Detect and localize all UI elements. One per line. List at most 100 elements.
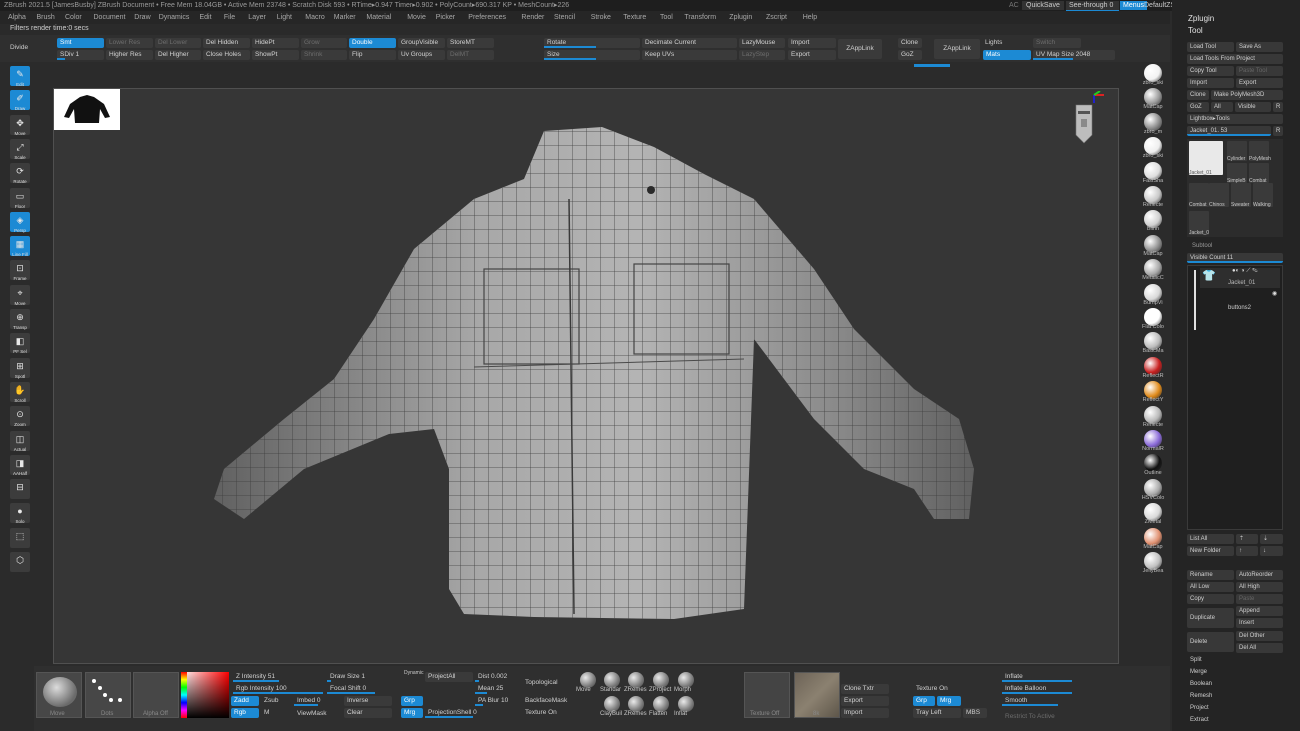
tool-goz-button[interactable]: GoZ [1187, 102, 1209, 112]
imbed-slider[interactable]: Imbed 0 [294, 696, 342, 706]
load-tool-button[interactable]: Load Tool [1187, 42, 1234, 52]
double-toggle[interactable]: Double [349, 38, 396, 48]
shelf-scale-button[interactable]: ⤢ Scale [10, 138, 30, 160]
menu-dynamics[interactable]: Dynamics [159, 11, 190, 24]
import-button[interactable]: Import [788, 38, 836, 48]
z-intensity-slider[interactable]: Z Intensity 51 [233, 672, 323, 682]
brush-sphere-icon[interactable] [653, 672, 669, 688]
uv-groups-button[interactable]: Uv Groups [398, 50, 445, 60]
subtool-item-jacket[interactable]: 👕 Jacket_01 ●◐ ◑ ⟋ ✎ [1200, 268, 1280, 288]
all-high-button[interactable]: All High [1236, 582, 1283, 592]
shelf-spotl-button[interactable]: ⊞ Spotl [10, 357, 30, 379]
subtool-visibility-icons[interactable]: ●◐ ◑ ⟋ ✎ [1232, 268, 1258, 275]
menu-zscript[interactable]: Zscript [766, 11, 787, 24]
divide-button[interactable]: Divide [10, 44, 28, 51]
smooth-slider[interactable]: Smooth [1002, 696, 1098, 706]
lightbox-tools-button[interactable]: Lightbox▸Tools [1187, 114, 1283, 124]
hue-strip[interactable] [181, 672, 187, 718]
eye-icon[interactable]: ◉ [1272, 290, 1277, 297]
save-as-button[interactable]: Save As [1236, 42, 1283, 52]
del-lower-button[interactable]: Del Lower [155, 38, 201, 48]
topological-toggle[interactable]: Topological [525, 679, 558, 686]
lower-res-button[interactable]: Lower Res [106, 38, 153, 48]
zsub-toggle[interactable]: Zsub [261, 696, 289, 706]
shelf-tool-button[interactable]: ⬡ [10, 552, 30, 572]
pa-blur-slider[interactable]: PA Blur 10 [475, 696, 523, 706]
menu-marker[interactable]: Marker [334, 11, 356, 24]
document-canvas[interactable] [53, 88, 1119, 664]
menu-document[interactable]: Document [94, 11, 126, 24]
higher-res-button[interactable]: Higher Res [106, 50, 153, 60]
see-through-slider[interactable]: See-through 0 [1066, 1, 1119, 11]
shelf-tool-button[interactable]: ⊟ [10, 479, 30, 500]
close-holes-button[interactable]: Close Holes [203, 50, 250, 60]
brush-sphere-icon[interactable] [604, 672, 620, 688]
menu-macro[interactable]: Macro [305, 11, 324, 24]
zapplink-button[interactable]: ZAppLink [838, 39, 882, 59]
shelf-zoom-button[interactable]: ⊙ Zoom [10, 406, 30, 427]
menu-transform[interactable]: Transform [684, 11, 716, 24]
jacket-mesh[interactable] [54, 89, 1120, 665]
visible-count-slider[interactable]: Visible Count 11 [1187, 253, 1283, 263]
boolean-menu[interactable]: Boolean [1190, 681, 1212, 687]
m-toggle[interactable]: M [261, 708, 289, 718]
tool-thumb-item[interactable]: Chinos [1209, 183, 1229, 208]
texture-import-button[interactable]: Import [841, 708, 889, 718]
projection-shell-slider[interactable]: ProjectionShell 0 [425, 708, 521, 718]
goz-visible-button[interactable]: Visible [1235, 102, 1271, 112]
menu-light[interactable]: Light [277, 11, 292, 24]
quicksave-button[interactable]: QuickSave [1022, 1, 1064, 10]
current-tool-slider[interactable]: Jacket_01. 53 [1187, 126, 1271, 136]
shelf-edit-button[interactable]: ✎ Edit [10, 66, 30, 87]
shelf-tool-button[interactable]: ⬚ [10, 527, 30, 548]
menu-zplugin[interactable]: Zplugin [729, 11, 752, 24]
menu-layer[interactable]: Layer [248, 11, 266, 24]
tool-thumb-item[interactable]: Walking [1253, 183, 1273, 208]
tray-left-button[interactable]: Tray Left [913, 708, 961, 718]
navigation-thumbnail[interactable] [54, 89, 120, 130]
shelf-move-button[interactable]: ✥ Move [10, 114, 30, 136]
size-slider[interactable]: Size [544, 50, 640, 60]
decimate-current-button[interactable]: Decimate Current [642, 38, 737, 48]
brush-sphere-icon[interactable] [678, 696, 694, 712]
switch-button[interactable]: Switch [1033, 38, 1081, 48]
shelf-floor-button[interactable]: ▭ Floor [10, 187, 30, 209]
paste-subtool-button[interactable]: Paste [1236, 594, 1283, 604]
rename-button[interactable]: Rename [1187, 570, 1234, 580]
subtool-item-buttons[interactable]: ◉ buttons2 [1200, 290, 1280, 311]
paste-tool-button[interactable]: Paste Tool [1236, 66, 1283, 76]
shelf-move-button[interactable]: ⌖ Move [10, 284, 30, 306]
copy-subtool-button[interactable]: Copy [1187, 594, 1234, 604]
goz-button[interactable]: GoZ [898, 50, 922, 60]
rgb-intensity-slider[interactable]: Rgb Intensity 100 [233, 684, 323, 694]
tool-clone-button[interactable]: Clone [1187, 90, 1209, 100]
dynamic-toggle[interactable]: Dynamic [404, 670, 423, 676]
shelf-scroll-button[interactable]: ✋ Scroll [10, 381, 30, 403]
shelf-pf-sel-button[interactable]: ◧ PF Sel [10, 333, 30, 354]
texture-on-toggle[interactable]: Texture On [525, 709, 557, 716]
shelf-solo-button[interactable]: ● Solo [10, 503, 30, 524]
del-hidden-button[interactable]: Del Hidden [203, 38, 250, 48]
shelf-line-fill-button[interactable]: ▦ Line Fill [10, 236, 30, 257]
backface-mask-toggle[interactable]: BackfaceMask [525, 697, 567, 704]
merge-menu[interactable]: Merge [1190, 669, 1207, 675]
project-menu[interactable]: Project [1190, 705, 1209, 711]
menu-texture[interactable]: Texture [623, 11, 646, 24]
duplicate-button[interactable]: Duplicate [1187, 608, 1234, 628]
menu-edit[interactable]: Edit [200, 11, 212, 24]
shelf-rotate-button[interactable]: ⟳ Rotate [10, 163, 30, 184]
clear-button[interactable]: Clear [344, 708, 392, 718]
move-down-icon[interactable]: ↓ [1260, 546, 1283, 556]
menu-preferences[interactable]: Preferences [468, 11, 506, 24]
smt-toggle[interactable]: Smt [57, 38, 104, 48]
goz-r-button[interactable]: R [1273, 102, 1283, 112]
tool-header[interactable]: Tool [1188, 26, 1203, 35]
grp-toggle[interactable]: Grp [401, 696, 423, 706]
mats-toggle[interactable]: Mats [983, 50, 1031, 60]
menu-material[interactable]: Material [366, 11, 391, 24]
menu-file[interactable]: File [224, 11, 235, 24]
shelf-aahalf-button[interactable]: ◨ AAHalf [10, 454, 30, 476]
subtool-header[interactable]: Subtool [1192, 243, 1212, 249]
texture-export-button[interactable]: Export [841, 696, 889, 706]
brush-sphere-icon[interactable] [604, 696, 620, 712]
